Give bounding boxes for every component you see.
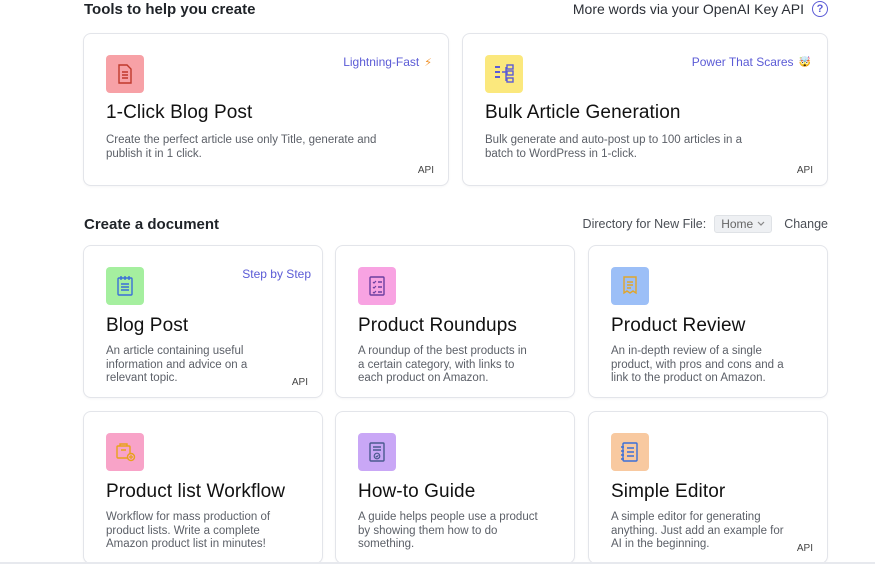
- card-description-line: publish it in 1 click.: [106, 147, 202, 160]
- card-description: A roundup of the best products in a cert…: [358, 345, 527, 386]
- card-description: An in-depth review of a single product, …: [611, 345, 784, 386]
- doc-card-product-list-workflow[interactable]: Product list Workflow Workflow for mass …: [83, 411, 323, 564]
- card-description-line: AI in the beginning.: [611, 538, 710, 550]
- card-description: An article containing useful information…: [106, 345, 247, 386]
- flowchart-icon: [485, 55, 523, 93]
- directory-select[interactable]: Home: [714, 215, 773, 233]
- api-label: API: [796, 543, 813, 554]
- checklist-icon: [358, 267, 396, 305]
- api-label: API: [796, 165, 813, 176]
- power-badge: Power That Scares 🤯: [692, 55, 811, 69]
- openai-key-link-label[interactable]: More words via your OpenAI Key API: [573, 1, 804, 17]
- doc-card-simple-editor[interactable]: Simple Editor A simple editor for genera…: [588, 411, 828, 564]
- card-description-line: product lists. Write a complete: [106, 524, 260, 537]
- chevron-down-icon: [757, 221, 765, 226]
- card-title: Bulk Article Generation: [485, 102, 681, 123]
- card-description: Workflow for mass production of product …: [106, 511, 270, 552]
- api-label: API: [417, 165, 434, 176]
- card-description-line: something.: [358, 538, 415, 550]
- directory-label: Directory for New File:: [582, 217, 707, 231]
- change-directory-button[interactable]: Change: [784, 217, 828, 231]
- card-description-line: A roundup of the best products in: [358, 345, 527, 357]
- api-label: API: [291, 377, 308, 388]
- directory-value[interactable]: Home: [721, 217, 753, 231]
- card-description: A simple editor for generating anything.…: [611, 511, 784, 552]
- card-description-line: Workflow for mass production of: [106, 511, 271, 523]
- card-description-line: a certain category, with links to: [358, 358, 515, 371]
- card-description-line: Bulk generate and auto-post up to 100 ar…: [485, 134, 743, 146]
- card-description: A guide helps people use a product by sh…: [358, 511, 538, 552]
- notepad-icon: [611, 433, 649, 471]
- help-icon[interactable]: ?: [812, 1, 828, 17]
- card-description-line: A guide helps people use a product: [358, 511, 538, 523]
- card-description-line: batch to WordPress in 1-click.: [485, 147, 637, 160]
- tool-card-1-click-blog-post[interactable]: Lightning-Fast ⚡ 1-Click Blog Post Creat…: [83, 33, 449, 186]
- documents-section-title: Create a document: [84, 216, 220, 233]
- card-title: Product list Workflow: [106, 481, 286, 502]
- document-icon: [106, 55, 144, 93]
- doc-card-how-to-guide[interactable]: How-to Guide A guide helps people use a …: [335, 411, 575, 564]
- card-description: Bulk generate and auto-post up to 100 ar…: [485, 134, 742, 161]
- card-description-line: link to the product on Amazon.: [611, 372, 766, 384]
- doc-card-product-roundups[interactable]: Product Roundups A roundup of the best p…: [335, 245, 575, 398]
- page: Tools to help you create More words via …: [0, 0, 875, 564]
- step-by-step-badge: Step by Step: [242, 267, 311, 281]
- card-title: How-to Guide: [358, 481, 476, 502]
- card-title: Product Review: [611, 315, 746, 336]
- receipt-icon: [611, 267, 649, 305]
- guide-icon: [358, 433, 396, 471]
- lightning-icon: ⚡: [424, 56, 432, 69]
- card-title: Product Roundups: [358, 315, 517, 336]
- tools-section-title: Tools to help you create: [84, 1, 256, 18]
- card-description-line: Amazon product list in minutes!: [106, 538, 266, 550]
- badge-label: Power That Scares: [691, 55, 794, 69]
- card-description-line: product, with pros and cons and a: [611, 358, 784, 371]
- card-description-line: An in-depth review of a single: [611, 345, 762, 357]
- notebook-icon: [106, 267, 144, 305]
- card-title: Blog Post: [106, 315, 189, 336]
- card-description-line: relevant topic.: [106, 372, 178, 384]
- card-description-line: Create the perfect article use only Titl…: [106, 134, 377, 146]
- card-description-line: information and advice on a: [106, 358, 248, 371]
- directory-selector-row: Directory for New File: Home Change: [583, 215, 828, 233]
- tool-card-bulk-article-generation[interactable]: Power That Scares 🤯 Bulk Article Generat…: [462, 33, 828, 186]
- doc-card-product-review[interactable]: Product Review An in-depth review of a s…: [588, 245, 828, 398]
- badge-label: Lightning-Fast: [343, 55, 420, 69]
- card-description-line: each product on Amazon.: [358, 372, 489, 384]
- card-description-line: An article containing useful: [106, 345, 244, 357]
- card-description-line: by showing them how to do: [358, 524, 498, 537]
- exploding-head-icon: 🤯: [798, 56, 811, 68]
- cart-icon: [106, 433, 144, 471]
- card-title: Simple Editor: [611, 481, 726, 502]
- card-title: 1-Click Blog Post: [106, 102, 253, 123]
- openai-key-link[interactable]: More words via your OpenAI Key API ?: [573, 1, 828, 17]
- card-description-line: anything. Just add an example for: [611, 524, 784, 537]
- lightning-fast-badge: Lightning-Fast ⚡: [343, 55, 432, 69]
- card-description-line: A simple editor for generating: [611, 511, 761, 523]
- card-description: Create the perfect article use only Titl…: [106, 134, 376, 161]
- doc-card-blog-post[interactable]: Step by Step Blog Post An article contai…: [83, 245, 323, 398]
